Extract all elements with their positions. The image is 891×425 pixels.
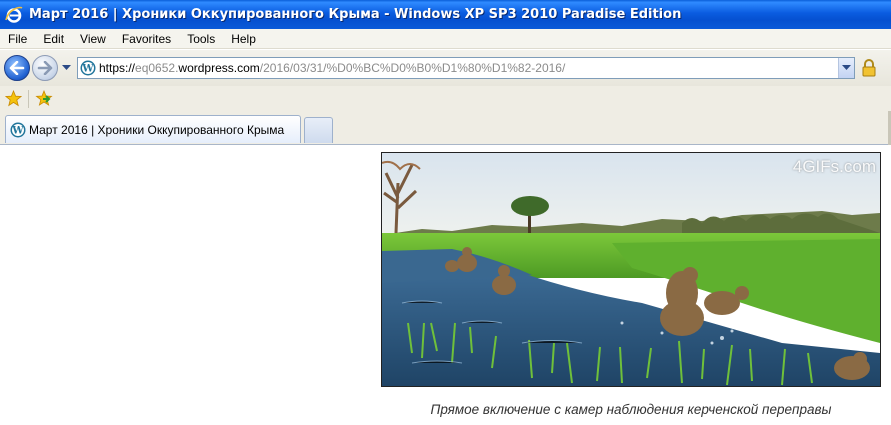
menu-help[interactable]: Help [223,32,264,46]
image-watermark: 4GIFs.com [792,157,876,176]
window-title: Март 2016 | Хроники Оккупированного Крым… [29,7,682,22]
chevron-down-icon [842,65,851,70]
svg-text:W: W [11,125,24,136]
address-bar[interactable]: W https://eq0652.wordpress.com/2016/03/3… [77,57,855,79]
image-caption: Прямое включение с камер наблюдения керч… [430,402,832,417]
svg-text:W: W [81,64,94,75]
back-arrow-icon [9,61,25,75]
recent-pages-dropdown[interactable] [60,65,72,71]
add-to-favorites-icon[interactable] [35,90,53,107]
wordpress-site-icon: W [10,122,26,137]
address-url: https://eq0652.wordpress.com/2016/03/31/… [99,61,566,75]
chevron-down-icon [61,65,71,70]
menu-view[interactable]: View [72,32,114,46]
menu-bar: File Edit View Favorites Tools Help [0,29,891,49]
favorites-star-icon[interactable] [5,90,22,107]
wordpress-site-icon: W [80,60,96,76]
title-bar: Март 2016 | Хроники Оккупированного Крым… [0,0,891,29]
baboons-in-water-image [382,153,880,386]
menu-tools[interactable]: Tools [179,32,223,46]
address-dropdown-button[interactable] [838,58,854,78]
internet-explorer-icon [5,6,23,23]
menu-favorites[interactable]: Favorites [114,32,179,46]
navigation-bar: W https://eq0652.wordpress.com/2016/03/3… [0,50,891,86]
tab-active[interactable]: W Март 2016 | Хроники Оккупированного Кр… [5,115,301,143]
menu-file[interactable]: File [0,32,35,46]
forward-button[interactable] [32,55,58,81]
tab-label: Март 2016 | Хроники Оккупированного Крым… [29,122,285,137]
favorites-separator [28,89,29,108]
forward-arrow-icon [37,61,53,75]
tab-bar: W Март 2016 | Хроники Оккупированного Кр… [0,111,891,145]
lock-icon[interactable] [861,59,877,77]
animated-gif-image: 4GIFs.com [381,152,881,387]
favorites-bar [0,86,891,111]
page-content: 4GIFs.com Прямое включение с камер наблю… [0,146,891,425]
new-tab-button[interactable] [304,117,333,143]
back-button[interactable] [4,55,30,81]
menu-edit[interactable]: Edit [35,32,72,46]
